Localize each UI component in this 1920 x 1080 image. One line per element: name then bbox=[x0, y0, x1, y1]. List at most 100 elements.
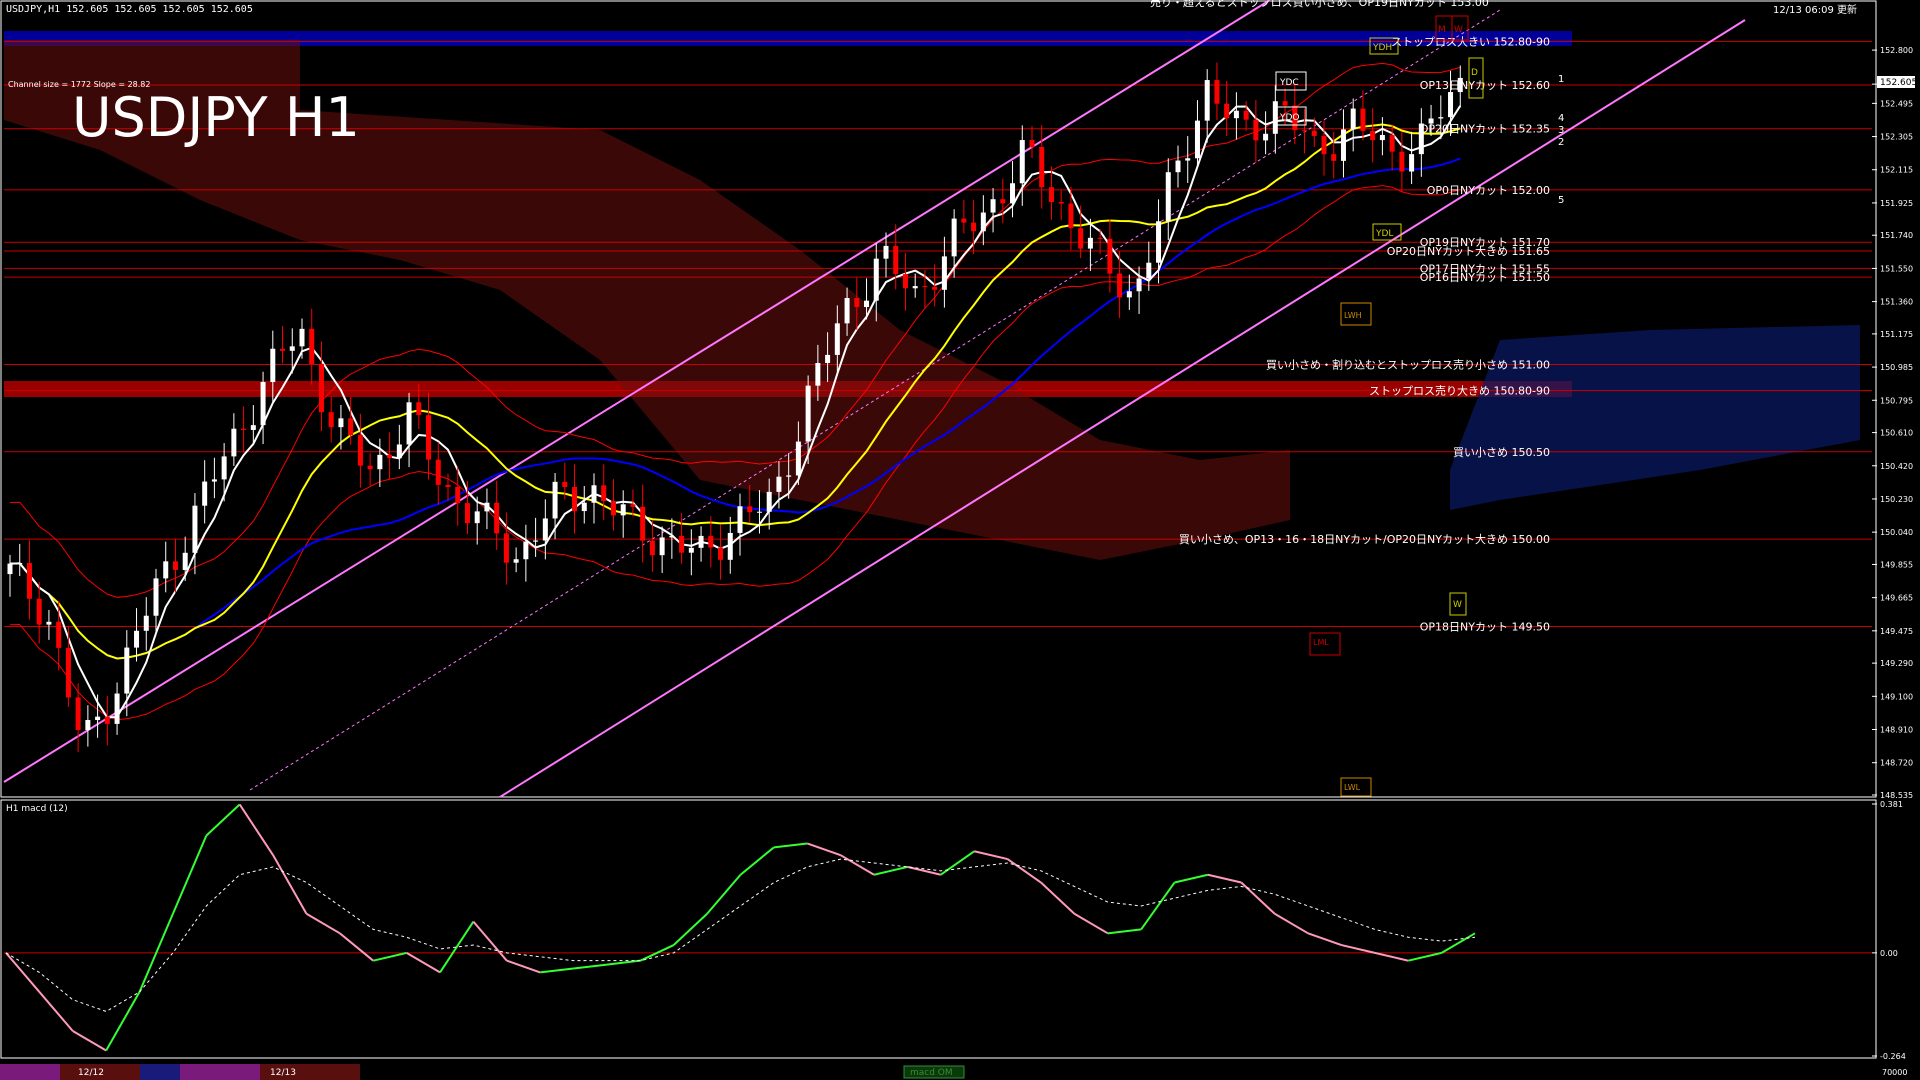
candle-body bbox=[36, 598, 42, 625]
candle-body bbox=[961, 218, 967, 223]
candle-body bbox=[143, 615, 149, 631]
macd-tick-label: 0.00 bbox=[1880, 949, 1898, 958]
price-tick-label: 149.100 bbox=[1880, 692, 1913, 701]
candle-body bbox=[1360, 108, 1366, 131]
candle-body bbox=[1078, 228, 1084, 249]
date-label-2: 12/13 bbox=[270, 1068, 296, 1078]
candle-body bbox=[1146, 262, 1152, 279]
marker-lml: LML bbox=[1313, 638, 1329, 647]
x-end-value: 70000 bbox=[1882, 1068, 1907, 1077]
candle-body bbox=[202, 481, 208, 506]
candle-body bbox=[659, 537, 665, 556]
channel-number-3: 3 bbox=[1558, 125, 1564, 136]
candle-body bbox=[1000, 199, 1006, 204]
candle-body bbox=[1311, 130, 1317, 136]
candle-body bbox=[114, 693, 120, 724]
channel-number-1: 1 bbox=[1558, 74, 1564, 85]
candle-body bbox=[552, 481, 558, 519]
marker-w: W bbox=[1454, 25, 1463, 35]
candle-body bbox=[124, 647, 130, 694]
candle-body bbox=[610, 501, 616, 516]
candle-body bbox=[1282, 101, 1288, 106]
candle-body bbox=[1233, 110, 1239, 119]
channel-number-2: 2 bbox=[1558, 137, 1564, 148]
price-tick-label: 149.475 bbox=[1880, 627, 1913, 636]
candle-body bbox=[572, 487, 578, 512]
symbol-info: USDJPY,H1 152.605 152.605 152.605 152.60… bbox=[6, 4, 253, 15]
candle-body bbox=[484, 502, 490, 512]
candle-body bbox=[104, 716, 110, 724]
candle-body bbox=[172, 561, 178, 570]
candle-body bbox=[718, 547, 724, 560]
price-tick-label: 152.305 bbox=[1880, 133, 1913, 142]
candle-body bbox=[795, 441, 801, 476]
candle-body bbox=[396, 444, 402, 459]
candle-body bbox=[1214, 80, 1220, 104]
candle-body bbox=[591, 485, 597, 503]
candle-body bbox=[309, 328, 315, 364]
marker-ydh: YDH bbox=[1372, 43, 1392, 53]
candle-body bbox=[192, 505, 198, 553]
candle-body bbox=[1448, 92, 1454, 118]
candle-body bbox=[1185, 158, 1191, 161]
candle-body bbox=[601, 485, 607, 502]
candle-body bbox=[280, 348, 286, 351]
macd-tick-label: 0.381 bbox=[1880, 800, 1903, 809]
candle-body bbox=[1204, 80, 1210, 121]
level-label: 買い小さめ、OP13・16・18日NYカット/OP20日NYカット大きめ 150… bbox=[1179, 532, 1550, 546]
candle-body bbox=[1253, 119, 1259, 141]
candle-body bbox=[211, 479, 217, 482]
candle-body bbox=[698, 535, 704, 548]
price-tick-label: 148.535 bbox=[1880, 791, 1913, 800]
candle-body bbox=[1350, 108, 1356, 130]
price-tick-label: 151.740 bbox=[1880, 231, 1913, 240]
candle-body bbox=[1029, 140, 1035, 148]
candle-body bbox=[834, 323, 840, 355]
level-label: OP13日NYカット 152.60 bbox=[1420, 79, 1550, 92]
candle-body bbox=[289, 346, 295, 351]
candle-body bbox=[912, 286, 918, 289]
candle-body bbox=[357, 435, 363, 466]
candle-body bbox=[1272, 101, 1278, 134]
macd-label: macd OM bbox=[910, 1068, 953, 1078]
candle-body bbox=[640, 506, 646, 541]
big-title: USDJPY H1 bbox=[72, 86, 360, 149]
candle-body bbox=[270, 348, 276, 383]
candle-body bbox=[980, 212, 986, 232]
candle-body bbox=[815, 363, 821, 386]
candle-body bbox=[1097, 237, 1103, 239]
price-tick-label: 150.230 bbox=[1880, 495, 1913, 504]
candle-body bbox=[1243, 110, 1249, 120]
candle-body bbox=[494, 502, 500, 534]
level-label: ストップロス売り大きめ 150.80-90 bbox=[1369, 384, 1550, 398]
candle-body bbox=[503, 533, 509, 563]
candle-body bbox=[367, 465, 373, 470]
macd-title: H1 macd (12) bbox=[6, 804, 68, 814]
candle-body bbox=[1126, 291, 1132, 298]
candle-body bbox=[426, 415, 432, 460]
marker-d: D bbox=[1471, 68, 1478, 78]
candle-body bbox=[250, 425, 256, 430]
marker-ydl: YDL bbox=[1375, 229, 1393, 239]
price-tick-label: 151.550 bbox=[1880, 264, 1913, 273]
candle-body bbox=[1010, 183, 1016, 204]
candle-body bbox=[971, 222, 977, 232]
candle-body bbox=[95, 716, 101, 721]
candle-body bbox=[1399, 151, 1405, 172]
price-tick-label: 149.855 bbox=[1880, 560, 1913, 569]
candle-body bbox=[1048, 187, 1054, 203]
candle-body bbox=[1087, 237, 1093, 249]
price-tick-label: 152.495 bbox=[1880, 99, 1913, 108]
bottom-date-bar: 12/12 12/13 macd OM 70000 bbox=[0, 1064, 1907, 1080]
candle-body bbox=[883, 245, 889, 259]
candle-body bbox=[786, 475, 792, 477]
candle-body bbox=[756, 511, 762, 513]
candle-body bbox=[951, 218, 957, 257]
price-tick-label: 152.800 bbox=[1880, 46, 1913, 55]
candle-body bbox=[46, 621, 52, 625]
candle-body bbox=[1409, 154, 1415, 172]
candle-body bbox=[533, 540, 539, 542]
price-tick-label: 149.290 bbox=[1880, 659, 1913, 668]
candle-body bbox=[17, 563, 23, 565]
price-tick-label: 149.665 bbox=[1880, 594, 1913, 603]
